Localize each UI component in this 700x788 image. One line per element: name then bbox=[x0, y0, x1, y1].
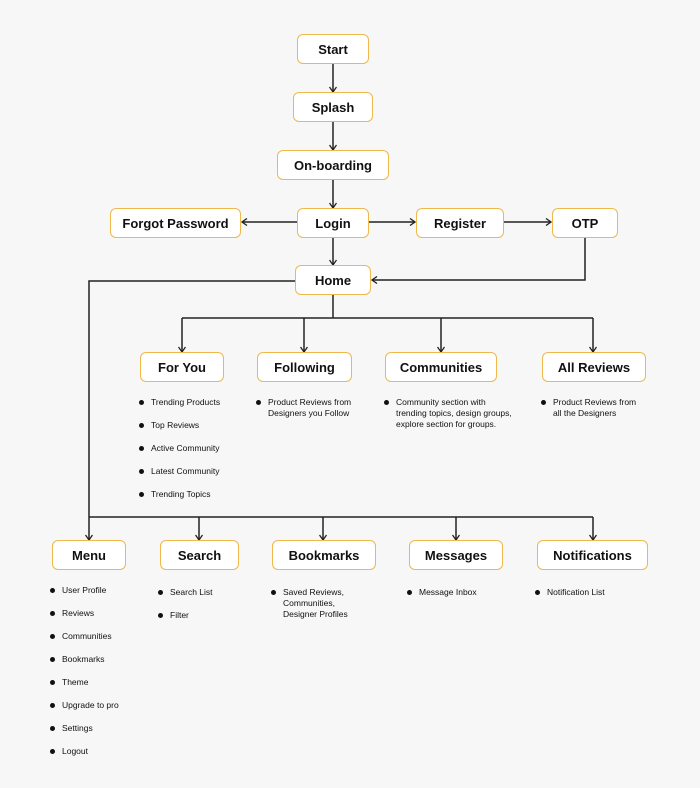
note-item: Product Reviews from all the Designers bbox=[540, 397, 640, 419]
note-item: Theme bbox=[49, 677, 149, 688]
notes-all-reviews: Product Reviews from all the Designers bbox=[540, 397, 640, 419]
node-register: Register bbox=[416, 208, 504, 238]
note-item: Trending Topics bbox=[138, 489, 248, 500]
node-start: Start bbox=[297, 34, 369, 64]
notes-menu: User Profile Reviews Communities Bookmar… bbox=[49, 585, 149, 769]
note-item: User Profile bbox=[49, 585, 149, 596]
notes-notifications: Notification List bbox=[534, 587, 644, 598]
node-otp: OTP bbox=[552, 208, 618, 238]
note-item: Trending Products bbox=[138, 397, 248, 408]
node-bookmarks: Bookmarks bbox=[272, 540, 376, 570]
node-menu: Menu bbox=[52, 540, 126, 570]
node-login: Login bbox=[297, 208, 369, 238]
note-item: Communities bbox=[49, 631, 149, 642]
note-item: Top Reviews bbox=[138, 420, 248, 431]
node-for-you: For You bbox=[140, 352, 224, 382]
note-item: Reviews bbox=[49, 608, 149, 619]
note-item: Product Reviews from Designers you Follo… bbox=[255, 397, 360, 419]
notes-following: Product Reviews from Designers you Follo… bbox=[255, 397, 360, 419]
notes-communities: Community section with trending topics, … bbox=[383, 397, 515, 430]
flowchart-canvas: Start Splash On-boarding Login Forgot Pa… bbox=[0, 0, 700, 788]
node-forgot-password: Forgot Password bbox=[110, 208, 241, 238]
note-item: Settings bbox=[49, 723, 149, 734]
node-home: Home bbox=[295, 265, 371, 295]
node-onboarding: On-boarding bbox=[277, 150, 389, 180]
notes-for-you: Trending Products Top Reviews Active Com… bbox=[138, 397, 248, 512]
edge-otp-home bbox=[372, 237, 586, 280]
node-search: Search bbox=[160, 540, 239, 570]
node-all-reviews: All Reviews bbox=[542, 352, 646, 382]
note-item: Community section with trending topics, … bbox=[383, 397, 515, 430]
note-item: Saved Reviews, Communities, Designer Pro… bbox=[270, 587, 360, 620]
note-item: Message Inbox bbox=[406, 587, 506, 598]
note-item: Active Community bbox=[138, 443, 248, 454]
node-splash: Splash bbox=[293, 92, 373, 122]
node-following: Following bbox=[257, 352, 352, 382]
notes-messages: Message Inbox bbox=[406, 587, 506, 598]
note-item: Upgrade to pro bbox=[49, 700, 149, 711]
node-notifications: Notifications bbox=[537, 540, 648, 570]
note-item: Latest Community bbox=[138, 466, 248, 477]
note-item: Bookmarks bbox=[49, 654, 149, 665]
node-messages: Messages bbox=[409, 540, 503, 570]
notes-search: Search List Filter bbox=[157, 587, 247, 633]
note-item: Search List bbox=[157, 587, 247, 598]
notes-bookmarks: Saved Reviews, Communities, Designer Pro… bbox=[270, 587, 360, 620]
note-item: Logout bbox=[49, 746, 149, 757]
note-item: Filter bbox=[157, 610, 247, 621]
note-item: Notification List bbox=[534, 587, 644, 598]
node-communities: Communities bbox=[385, 352, 497, 382]
